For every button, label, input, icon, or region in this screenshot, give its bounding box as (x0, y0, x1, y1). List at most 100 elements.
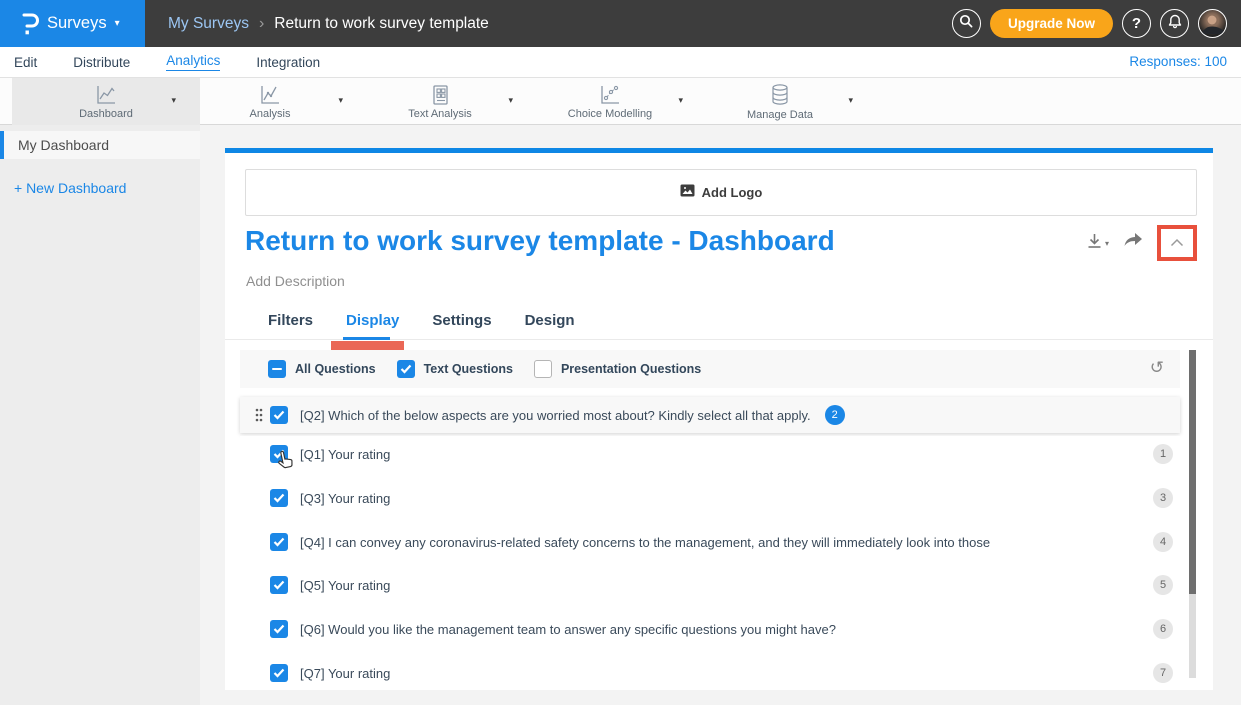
question-filter-bar: All Questions Text Questions Presentatio… (240, 350, 1180, 388)
chevron-up-icon (1170, 234, 1184, 252)
chevron-down-icon[interactable]: ▾ (508, 95, 513, 106)
filter-all-questions[interactable]: All Questions (268, 360, 376, 378)
question-row-q6[interactable]: [Q6] Would you like the management team … (240, 611, 1180, 647)
breadcrumb-my-surveys[interactable]: My Surveys (168, 15, 249, 33)
download-button[interactable]: ▾ (1086, 232, 1109, 255)
toolbar-item-text-analysis[interactable]: Text Analysis ▾ (355, 78, 525, 125)
download-icon (1086, 232, 1103, 255)
question-order-badge: 1 (1153, 444, 1173, 464)
text-analysis-document-icon (428, 84, 452, 106)
share-arrow-icon (1123, 232, 1143, 254)
responses-count[interactable]: Responses: 100 (1129, 54, 1227, 69)
filter-label: All Questions (295, 362, 376, 376)
toolbar-item-label: Manage Data (747, 109, 813, 121)
nav-item-edit[interactable]: Edit (14, 55, 37, 70)
search-button[interactable] (952, 9, 981, 38)
collapse-header-button-highlighted[interactable] (1157, 225, 1197, 261)
red-annotation-marker (331, 341, 404, 350)
toolbar-item-label: Choice Modelling (568, 108, 652, 120)
question-order-badge: 4 (1153, 532, 1173, 552)
question-text: [Q7] Your rating (300, 655, 390, 690)
header-actions: Upgrade Now ? (952, 0, 1227, 47)
dashboard-chart-icon (94, 84, 118, 106)
question-checkbox[interactable] (270, 445, 288, 463)
add-description-placeholder[interactable]: Add Description (246, 273, 345, 289)
question-text: [Q5] Your rating (300, 567, 390, 603)
question-checkbox[interactable] (270, 406, 288, 424)
search-icon (959, 14, 973, 33)
question-text: [Q3] Your rating (300, 480, 390, 516)
filter-label: Text Questions (424, 362, 513, 376)
filter-text-questions[interactable]: Text Questions (397, 360, 513, 378)
reset-order-icon[interactable]: ↺ (1150, 358, 1164, 378)
main-content: Add Logo Return to work survey template … (200, 125, 1241, 705)
question-text: [Q2] Which of the below aspects are you … (300, 397, 845, 433)
question-row-q4[interactable]: [Q4] I can convey any coronavirus-relate… (240, 524, 1180, 560)
chevron-down-icon[interactable]: ▾ (338, 95, 343, 106)
breadcrumb-separator: › (259, 15, 264, 33)
question-checkbox[interactable] (270, 533, 288, 551)
avatar[interactable] (1198, 9, 1227, 38)
toolbar-item-analysis[interactable]: Analysis ▾ (185, 78, 355, 125)
top-header-bar: Surveys ▾ My Surveys › Return to work su… (0, 0, 1241, 47)
survey-nav: Edit Distribute Analytics Integration Re… (0, 47, 1241, 78)
product-switcher[interactable]: Surveys ▾ (0, 0, 145, 47)
checkbox-checked[interactable] (397, 360, 415, 378)
nav-item-integration[interactable]: Integration (256, 55, 320, 70)
image-icon (680, 184, 695, 202)
help-button[interactable]: ? (1122, 9, 1151, 38)
choice-modelling-scatter-icon (598, 84, 622, 106)
nav-item-distribute[interactable]: Distribute (73, 55, 130, 70)
question-checkbox[interactable] (270, 664, 288, 682)
question-order-badge: 6 (1153, 619, 1173, 639)
breadcrumb: My Surveys › Return to work survey templ… (168, 0, 489, 47)
question-row-q7[interactable]: [Q7] Your rating 7 (240, 655, 1180, 690)
upgrade-now-button[interactable]: Upgrade Now (990, 9, 1113, 38)
page-title: Return to work survey template - Dashboa… (245, 225, 835, 257)
question-row-q5[interactable]: [Q5] Your rating 5 (240, 567, 1180, 603)
chevron-down-icon[interactable]: ▾ (678, 95, 683, 106)
drag-handle-icon[interactable] (255, 408, 263, 427)
question-row-q2-dragging[interactable]: [Q2] Which of the below aspects are you … (240, 397, 1180, 433)
question-order-badge: 2 (825, 405, 845, 425)
chevron-down-icon[interactable]: ▾ (171, 95, 176, 106)
toolbar-item-choice-modelling[interactable]: Choice Modelling ▾ (525, 78, 695, 125)
toolbar-item-manage-data[interactable]: Manage Data ▾ (695, 78, 865, 125)
question-text: [Q6] Would you like the management team … (300, 611, 836, 647)
add-logo-dropzone[interactable]: Add Logo (245, 169, 1197, 216)
tab-display[interactable]: Display (346, 312, 399, 339)
chevron-down-icon: ▾ (115, 18, 120, 29)
survey-nav-items: Edit Distribute Analytics Integration (14, 47, 320, 77)
app-window: Surveys ▾ My Surveys › Return to work su… (0, 0, 1241, 705)
question-checkbox[interactable] (270, 620, 288, 638)
tab-filters[interactable]: Filters (268, 312, 313, 339)
scrollbar-track[interactable] (1189, 594, 1196, 678)
checkbox-indeterminate[interactable] (268, 360, 286, 378)
active-tab-indicator (343, 337, 390, 340)
toolbar-item-dashboard[interactable]: Dashboard ▾ (12, 78, 200, 125)
filter-presentation-questions[interactable]: Presentation Questions (534, 360, 701, 378)
share-button[interactable] (1123, 232, 1143, 254)
question-order-badge: 5 (1153, 575, 1173, 595)
sidebar-item-my-dashboard[interactable]: My Dashboard (0, 131, 200, 159)
bell-icon (1168, 14, 1182, 34)
question-row-q1[interactable]: [Q1] Your rating 1 (240, 436, 1180, 472)
analytics-toolbar: Dashboard ▾ Analysis ▾ Text Analysis ▾ C… (0, 78, 1241, 125)
question-text: [Q1] Your rating (300, 436, 390, 472)
notifications-button[interactable] (1160, 9, 1189, 38)
breadcrumb-survey-title: Return to work survey template (274, 15, 489, 33)
question-row-q3[interactable]: [Q3] Your rating 3 (240, 480, 1180, 516)
tab-settings[interactable]: Settings (432, 312, 491, 339)
dashboard-sidebar: My Dashboard + New Dashboard (0, 125, 200, 705)
questionpro-logo (20, 12, 40, 36)
new-dashboard-button[interactable]: + New Dashboard (0, 180, 200, 196)
checkbox-unchecked[interactable] (534, 360, 552, 378)
scrollbar-thumb[interactable] (1189, 350, 1196, 594)
nav-item-analytics[interactable]: Analytics (166, 53, 220, 71)
chevron-down-icon[interactable]: ▾ (848, 95, 853, 106)
analysis-chart-icon (258, 84, 282, 106)
question-checkbox[interactable] (270, 489, 288, 507)
tab-design[interactable]: Design (525, 312, 575, 339)
dashboard-actions: ▾ (1086, 225, 1197, 261)
question-checkbox[interactable] (270, 576, 288, 594)
